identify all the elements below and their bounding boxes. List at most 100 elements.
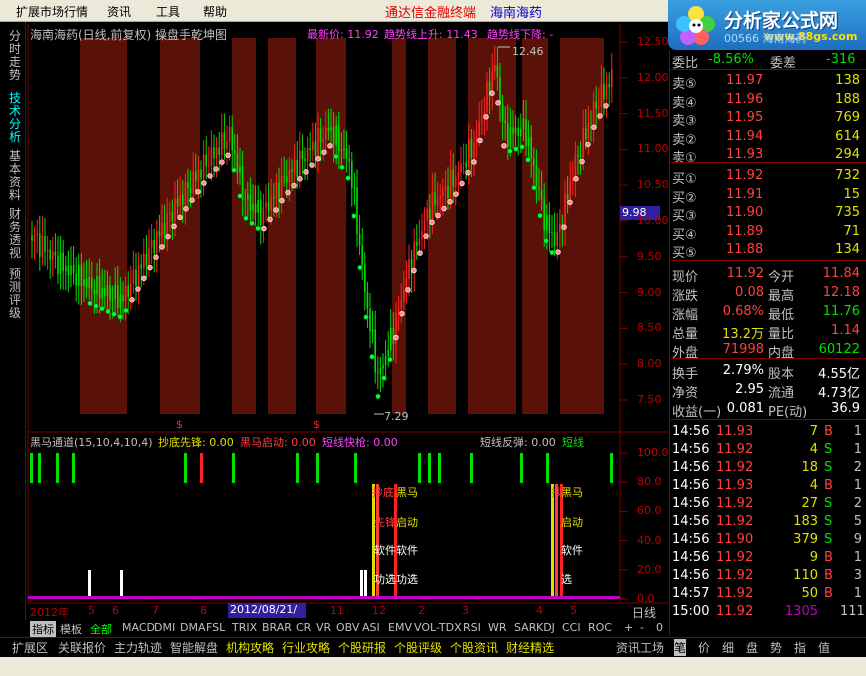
stat-value: 11.84 (822, 266, 860, 281)
signal-bar-tall (551, 484, 554, 598)
candle-body (553, 232, 556, 247)
indicator-tab[interactable]: OBV (336, 621, 359, 634)
candle-body (135, 269, 137, 286)
candle-body (408, 259, 410, 279)
quote-tab[interactable]: 指 (794, 639, 806, 656)
indicator-tab[interactable]: FSL (206, 621, 225, 634)
candle-body (416, 242, 418, 246)
candle-body (457, 172, 460, 177)
time-tick-label: 7 (152, 604, 159, 617)
candle-body (88, 277, 90, 288)
indicator-tab[interactable]: ASI (362, 621, 380, 634)
candle-body (361, 245, 363, 265)
indicator-tab[interactable]: 指标 (30, 621, 56, 637)
candle-body (195, 171, 197, 181)
candle-body (447, 186, 449, 198)
indicator-tab[interactable]: VR (316, 621, 331, 634)
candle-body (280, 175, 283, 201)
trend-dot (225, 152, 231, 158)
quote-tab[interactable]: 细 (722, 639, 734, 656)
trend-dot (309, 162, 315, 168)
tick-side: B (824, 568, 833, 583)
quote-tab[interactable]: 价 (698, 639, 710, 656)
indicator-tab[interactable]: SAR (514, 621, 536, 634)
period-label[interactable]: 日线 (632, 604, 656, 621)
trend-dot (327, 143, 333, 149)
ask-volume: 614 (835, 128, 860, 144)
candle-body (351, 161, 353, 188)
indicator-tab[interactable]: TRIX (232, 621, 257, 634)
trend-dot (447, 198, 453, 205)
candle-body (83, 278, 85, 287)
quote-tab[interactable]: 盘 (746, 639, 758, 656)
indicator-tab[interactable]: DMA (180, 621, 206, 634)
indicator-tab[interactable]: + (624, 621, 633, 634)
trend-dot (525, 157, 531, 163)
trend-dot (249, 220, 255, 227)
indicator-tab[interactable]: EMV (388, 621, 412, 634)
candle-body (608, 83, 610, 87)
indicator-tab[interactable]: CR (296, 621, 311, 634)
signal-bar-green (418, 453, 421, 483)
indicator-tab[interactable]: 模板 (60, 621, 82, 637)
price-tick-label: 10.00 (637, 214, 669, 227)
tick-price: 11.92 (716, 442, 754, 457)
indicator-tab[interactable]: VOL-TDX (414, 621, 462, 634)
candle-body (449, 169, 452, 198)
candle-body (314, 141, 317, 156)
legend-trend-down: 趋势线下降: - (487, 28, 554, 41)
candle-body (104, 287, 106, 296)
indicator-tab[interactable]: KDJ (536, 621, 555, 634)
quote-separator (669, 162, 866, 163)
tick-count: 1 (853, 550, 862, 565)
bottom-tab[interactable]: 个股研报 (338, 639, 386, 656)
indicator-tab[interactable]: 全部 (90, 621, 112, 637)
legend-latest-price: 最新价: 11.92 (307, 28, 379, 41)
bottom-tab[interactable]: 个股资讯 (450, 639, 498, 656)
candle-body (39, 233, 41, 257)
bottom-tab[interactable]: 财经精选 (506, 639, 554, 656)
candle-body (57, 255, 59, 275)
bottom-tab[interactable]: 关联报价 (58, 639, 106, 656)
candle-body (130, 283, 132, 297)
candle-body (137, 264, 140, 286)
tick-side: B (824, 550, 833, 565)
weibi-value: -8.56% (708, 52, 754, 67)
candle-body (78, 264, 80, 286)
indicator-tab[interactable]: RSI (463, 621, 481, 634)
quote-tab[interactable]: 势 (770, 639, 782, 656)
indicator-tab[interactable]: BRAR (262, 621, 292, 634)
candle-body (551, 232, 553, 234)
candle-body (218, 147, 220, 156)
tick-price: 11.92 (716, 496, 754, 511)
bottom-tab[interactable]: 机构攻略 (226, 639, 274, 656)
indicator-tab[interactable]: CCI (562, 621, 581, 634)
candle-body (486, 81, 488, 112)
quote-tab[interactable]: 笔 (674, 639, 687, 656)
candle-body (288, 169, 291, 183)
indicator-tab[interactable]: ROC (588, 621, 612, 634)
candle-body (473, 142, 475, 158)
stat-label: 涨跌 (672, 289, 699, 304)
indicator-tab[interactable]: MACD (122, 621, 155, 634)
quote-tab[interactable]: 值 (818, 639, 830, 656)
candle-body (444, 186, 447, 190)
bottom-tab[interactable]: 个股评级 (394, 639, 442, 656)
bottom-tab[interactable]: 行业攻略 (282, 639, 330, 656)
bid-label: 买⑤ (672, 246, 697, 262)
trend-dot (129, 297, 135, 303)
trend-dot (459, 180, 465, 187)
stat-value: 60122 (818, 342, 860, 357)
tick-price: 11.92 (716, 460, 754, 475)
bottom-tab[interactable]: 资讯工场 (616, 639, 664, 656)
bottom-tab[interactable]: 扩展区 (12, 639, 48, 656)
indicator-tab[interactable]: WR (488, 621, 507, 634)
indicator-tab[interactable]: 0 (656, 621, 663, 634)
indicator-tab[interactable]: - (640, 621, 644, 634)
indicator-tab[interactable]: DMI (154, 621, 175, 634)
trend-dot (291, 182, 297, 189)
bottom-tab[interactable]: 主力轨迹 (114, 639, 162, 656)
ask-price: 11.96 (726, 91, 764, 107)
bottom-tab[interactable]: 智能解盘 (170, 639, 218, 656)
candle-body (452, 169, 454, 187)
